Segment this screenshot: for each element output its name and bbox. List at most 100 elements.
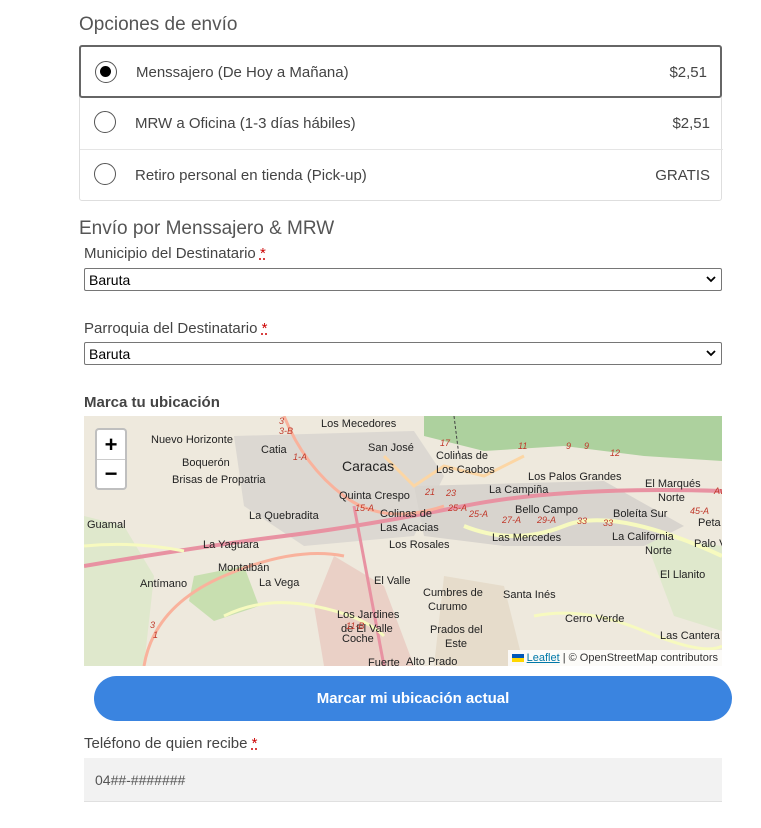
map-attribution: Leaflet | © OpenStreetMap contributors [507,650,722,666]
map-place-label: Curumo [428,601,467,613]
map-place-label: Boleíta Sur [613,508,668,520]
map-place-label: Fuerte [368,657,400,666]
map-road-number: 11-B [346,621,364,631]
map-road-number: 15-A [355,503,374,513]
shipping-options-list: Menssajero (De Hoy a Mañana) $2,51 MRW a… [79,45,723,202]
map-road-number: 11 [518,441,527,451]
parroquia-label-text: Parroquia del Destinatario [84,320,258,337]
phone-label-text: Teléfono de quien recibe [84,735,248,752]
map-road-number: 29-A [536,515,556,525]
phone-input[interactable]: 04##-####### [84,758,722,802]
map-place-label: Cumbres de [423,587,483,599]
map-road-number: 25-A [447,503,467,513]
shipping-option-price: $2,51 [672,115,710,132]
phone-placeholder: 04##-####### [95,772,186,788]
required-marker: * [261,320,268,337]
map-place-label: Peta [698,517,722,529]
map-road-number: 1 [153,630,158,640]
map-label: Marca tu ubicación [84,394,220,411]
map-place-label: El Valle [374,575,410,587]
map-labels: Los Mecedores Nuevo Horizonte Catia San Jos… [87,416,722,666]
map-place-label: Colinas de [380,508,432,520]
chevron-down-icon [706,350,716,357]
map-place-label: Alto Prado [406,656,457,666]
map-road-number: 27-A [501,515,521,525]
parroquia-label: Parroquia del Destinatario * [84,320,267,337]
municipio-select-value: Baruta [89,272,131,288]
map-road-number: 3 [279,416,284,426]
zoom-out-button[interactable]: − [97,459,125,488]
map-place-label: Boquerón [182,457,230,469]
map-place-label: Catia [261,444,288,456]
map-road-number: 9 [584,441,589,451]
map-place-label: Prados del [430,624,483,636]
map-place-label: Brisas de Propatria [172,474,266,486]
map-place-label: La California [612,531,675,543]
map-place-label: Los Rosales [389,539,450,551]
map-place-label: Colinas de [436,450,488,462]
map-place-label: Norte [645,545,672,557]
map-place-label: Las Cantera [660,630,721,642]
map-place-label: Las Acacias [380,522,439,534]
leaflet-link[interactable]: Leaflet [527,652,560,664]
radio-unselected-icon[interactable] [94,111,116,133]
map-road-number: 9 [566,441,571,451]
shipping-option-label: Menssajero (De Hoy a Mañana) [136,64,349,81]
map-place-label: San José [368,442,414,454]
shipping-option-messenger[interactable]: Menssajero (De Hoy a Mañana) $2,51 [79,45,722,98]
map-place-label: Santa Inés [503,589,556,601]
osm-attribution-text: | © OpenStreetMap contributors [562,652,718,664]
map-place-label: La Campiña [489,484,549,496]
map-place-label: Antímano [140,578,187,590]
shipping-option-price: $2,51 [669,64,707,81]
radio-unselected-icon[interactable] [94,163,116,185]
map-place-label: Las Mercedes [492,532,562,544]
map-road-number: 23 [445,488,456,498]
map-place-label: El Marqués [645,478,701,490]
required-marker: * [251,735,258,752]
shipping-option-mrw[interactable]: MRW a Oficina (1-3 días hábiles) $2,51 [80,98,723,150]
map-road-number: 3-B [279,426,293,436]
map-place-label: La Quebradita [249,510,320,522]
map-road-number: Av [713,486,722,496]
map-road-number: 33 [603,518,613,528]
map-place-label: Los Mecedores [321,418,397,430]
map-place-label: Este [445,638,467,650]
locate-me-button[interactable]: Marcar mi ubicación actual [94,676,732,721]
map-road-number: 3 [150,620,155,630]
map-place-label: La Yaguara [203,539,260,551]
map-road-number: 1-A [293,452,307,462]
ukraine-flag-icon [511,654,524,663]
radio-selected-icon[interactable] [95,61,117,83]
map-place-label: Quinta Crespo [339,490,410,502]
municipio-label-text: Municipio del Destinatario [84,245,256,262]
map-place-label: Norte [658,492,685,504]
shipping-options-title: Opciones de envío [79,14,238,35]
shipping-option-label: Retiro personal en tienda (Pick-up) [135,167,367,184]
municipio-label: Municipio del Destinatario * [84,245,266,262]
municipio-select[interactable]: Baruta [84,268,722,291]
map-road-number: 17 [440,438,451,448]
location-map[interactable]: Los Mecedores Nuevo Horizonte Catia San Jos… [84,416,722,666]
map-place-label: Montalbán [218,562,269,574]
map-place-label: Los Jardines [337,609,400,621]
map-place-label: Guamal [87,519,126,531]
shipping-option-price: GRATIS [655,167,710,184]
shipping-option-label: MRW a Oficina (1-3 días hábiles) [135,115,356,132]
map-road-number: 33 [577,516,587,526]
chevron-down-icon [706,276,716,283]
map-road-number: 25-A [468,509,488,519]
map-road-number: 12 [610,448,620,458]
map-place-label: Caracas [342,458,394,474]
map-zoom-control: + − [95,428,127,490]
map-place-label: Los Palos Grandes [528,471,622,483]
zoom-in-button[interactable]: + [97,430,125,460]
map-place-label: Palo V [694,538,722,550]
shipping-option-pickup[interactable]: Retiro personal en tienda (Pick-up) GRAT… [80,150,723,202]
parroquia-select[interactable]: Baruta [84,342,722,365]
phone-label: Teléfono de quien recibe * [84,735,257,752]
map-place-label: Cerro Verde [565,613,624,625]
map-road-number: 21 [424,487,435,497]
required-marker: * [259,245,266,262]
map-place-label: Coche [342,633,374,645]
